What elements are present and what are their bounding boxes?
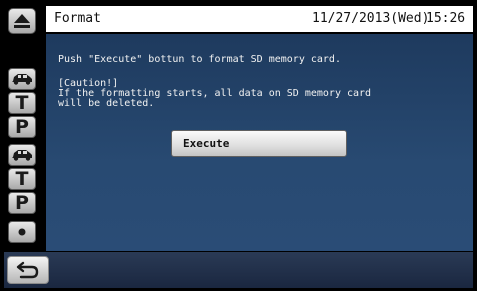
bottom-bar bbox=[4, 252, 473, 288]
sidebar-p-button-2[interactable]: P bbox=[8, 192, 36, 214]
letter-t-icon: T bbox=[15, 91, 29, 114]
page-title: Format bbox=[54, 11, 101, 26]
format-panel: Push "Execute" bottun to format SD memor… bbox=[46, 34, 473, 251]
sidebar-t-button-1[interactable]: T bbox=[8, 92, 36, 114]
car-icon bbox=[12, 74, 32, 85]
eject-button[interactable] bbox=[8, 8, 36, 34]
return-arrow-icon bbox=[16, 261, 39, 279]
letter-t-icon: T bbox=[15, 167, 29, 190]
sidebar-dot-button[interactable] bbox=[8, 221, 36, 243]
sidebar: T P T P bbox=[4, 6, 38, 251]
eject-icon bbox=[14, 14, 30, 28]
car-icon bbox=[12, 150, 32, 161]
letter-p-icon: P bbox=[15, 115, 29, 138]
sidebar-car-button-1[interactable] bbox=[8, 68, 36, 90]
date-display: 11/27/2013(Wed) bbox=[312, 11, 430, 26]
dot-icon bbox=[18, 228, 26, 236]
caution-line-2: will be deleted. bbox=[58, 98, 155, 109]
screen: T P T P Format 11/27/2013(Wed) 15:26 Pus… bbox=[0, 0, 477, 291]
instruction-text: Push "Execute" bottun to format SD memor… bbox=[58, 54, 341, 65]
letter-p-icon: P bbox=[15, 191, 29, 214]
title-bar: Format 11/27/2013(Wed) 15:26 bbox=[46, 6, 473, 32]
time-display: 15:26 bbox=[426, 11, 466, 26]
execute-button[interactable]: Execute bbox=[171, 130, 347, 157]
back-button[interactable] bbox=[7, 256, 49, 284]
sidebar-p-button-1[interactable]: P bbox=[8, 116, 36, 138]
execute-button-label: Execute bbox=[183, 137, 230, 150]
sidebar-t-button-2[interactable]: T bbox=[8, 168, 36, 190]
sidebar-car-button-2[interactable] bbox=[8, 144, 36, 166]
